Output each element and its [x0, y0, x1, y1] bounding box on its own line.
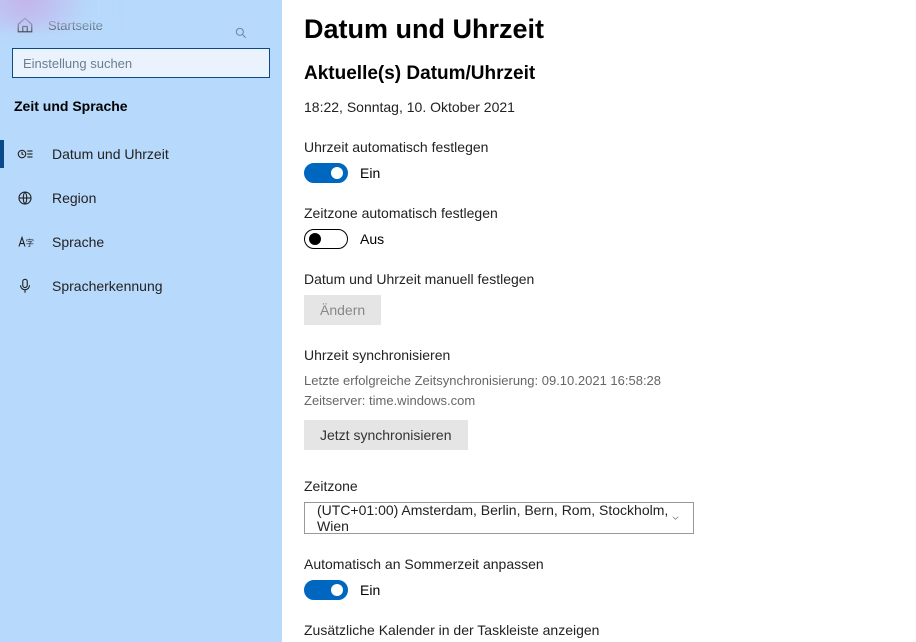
setting-auto-timezone: Zeitzone automatisch festlegen Aus	[304, 205, 886, 249]
timezone-section: Zeitzone (UTC+01:00) Amsterdam, Berlin, …	[304, 478, 886, 534]
chevron-down-icon	[670, 512, 681, 524]
change-button[interactable]: Ändern	[304, 295, 381, 325]
search-wrap	[12, 48, 270, 78]
decorative-blob	[0, 0, 110, 30]
sidebar: Startseite Zeit und Sprache Datum und Uh…	[0, 0, 282, 642]
toggle-state: Aus	[360, 231, 384, 247]
sidebar-item-label: Datum und Uhrzeit	[52, 146, 169, 162]
current-datetime: 18:22, Sonntag, 10. Oktober 2021	[304, 99, 886, 115]
category-heading: Zeit und Sprache	[0, 92, 282, 132]
clock-text-icon	[16, 145, 34, 163]
sidebar-item-label: Spracherkennung	[52, 278, 163, 294]
sidebar-item-language[interactable]: 字 Sprache	[0, 220, 282, 264]
setting-manual-datetime: Datum und Uhrzeit manuell festlegen Ände…	[304, 271, 886, 325]
main-content: Datum und Uhrzeit Aktuelle(s) Datum/Uhrz…	[282, 0, 916, 642]
sidebar-item-label: Sprache	[52, 234, 104, 250]
svg-text:字: 字	[26, 238, 34, 248]
setting-label: Zeitzone	[304, 478, 886, 494]
globe-icon	[16, 189, 34, 207]
setting-label: Datum und Uhrzeit manuell festlegen	[304, 271, 886, 287]
microphone-icon	[16, 277, 34, 295]
page-title: Datum und Uhrzeit	[304, 14, 886, 45]
sidebar-item-speech[interactable]: Spracherkennung	[0, 264, 282, 308]
sidebar-item-region[interactable]: Region	[0, 176, 282, 220]
section-heading-current: Aktuelle(s) Datum/Uhrzeit	[304, 63, 886, 85]
extra-calendars-section: Zusätzliche Kalender in der Taskleiste a…	[304, 622, 886, 642]
timezone-select[interactable]: (UTC+01:00) Amsterdam, Berlin, Bern, Rom…	[304, 502, 694, 534]
setting-label: Automatisch an Sommerzeit anpassen	[304, 556, 886, 572]
timezone-value: (UTC+01:00) Amsterdam, Berlin, Bern, Rom…	[317, 502, 670, 534]
toggle-auto-timezone[interactable]	[304, 229, 348, 249]
sync-heading: Uhrzeit synchronisieren	[304, 347, 886, 363]
sync-last: Letzte erfolgreiche Zeitsynchronisierung…	[304, 371, 886, 391]
sync-now-button[interactable]: Jetzt synchronisieren	[304, 420, 468, 450]
setting-label: Zusätzliche Kalender in der Taskleiste a…	[304, 622, 886, 638]
search-input[interactable]	[12, 48, 270, 78]
toggle-state: Ein	[360, 582, 380, 598]
setting-auto-time: Uhrzeit automatisch festlegen Ein	[304, 139, 886, 183]
sync-section: Uhrzeit synchronisieren Letzte erfolgrei…	[304, 347, 886, 450]
setting-label: Uhrzeit automatisch festlegen	[304, 139, 886, 155]
toggle-auto-time[interactable]	[304, 163, 348, 183]
language-icon: 字	[16, 233, 34, 251]
setting-label: Zeitzone automatisch festlegen	[304, 205, 886, 221]
toggle-dst[interactable]	[304, 580, 348, 600]
sync-server: Zeitserver: time.windows.com	[304, 391, 886, 411]
setting-dst: Automatisch an Sommerzeit anpassen Ein	[304, 556, 886, 600]
sidebar-item-label: Region	[52, 190, 96, 206]
toggle-state: Ein	[360, 165, 380, 181]
search-icon	[234, 26, 248, 40]
sidebar-item-date-time[interactable]: Datum und Uhrzeit	[0, 132, 282, 176]
